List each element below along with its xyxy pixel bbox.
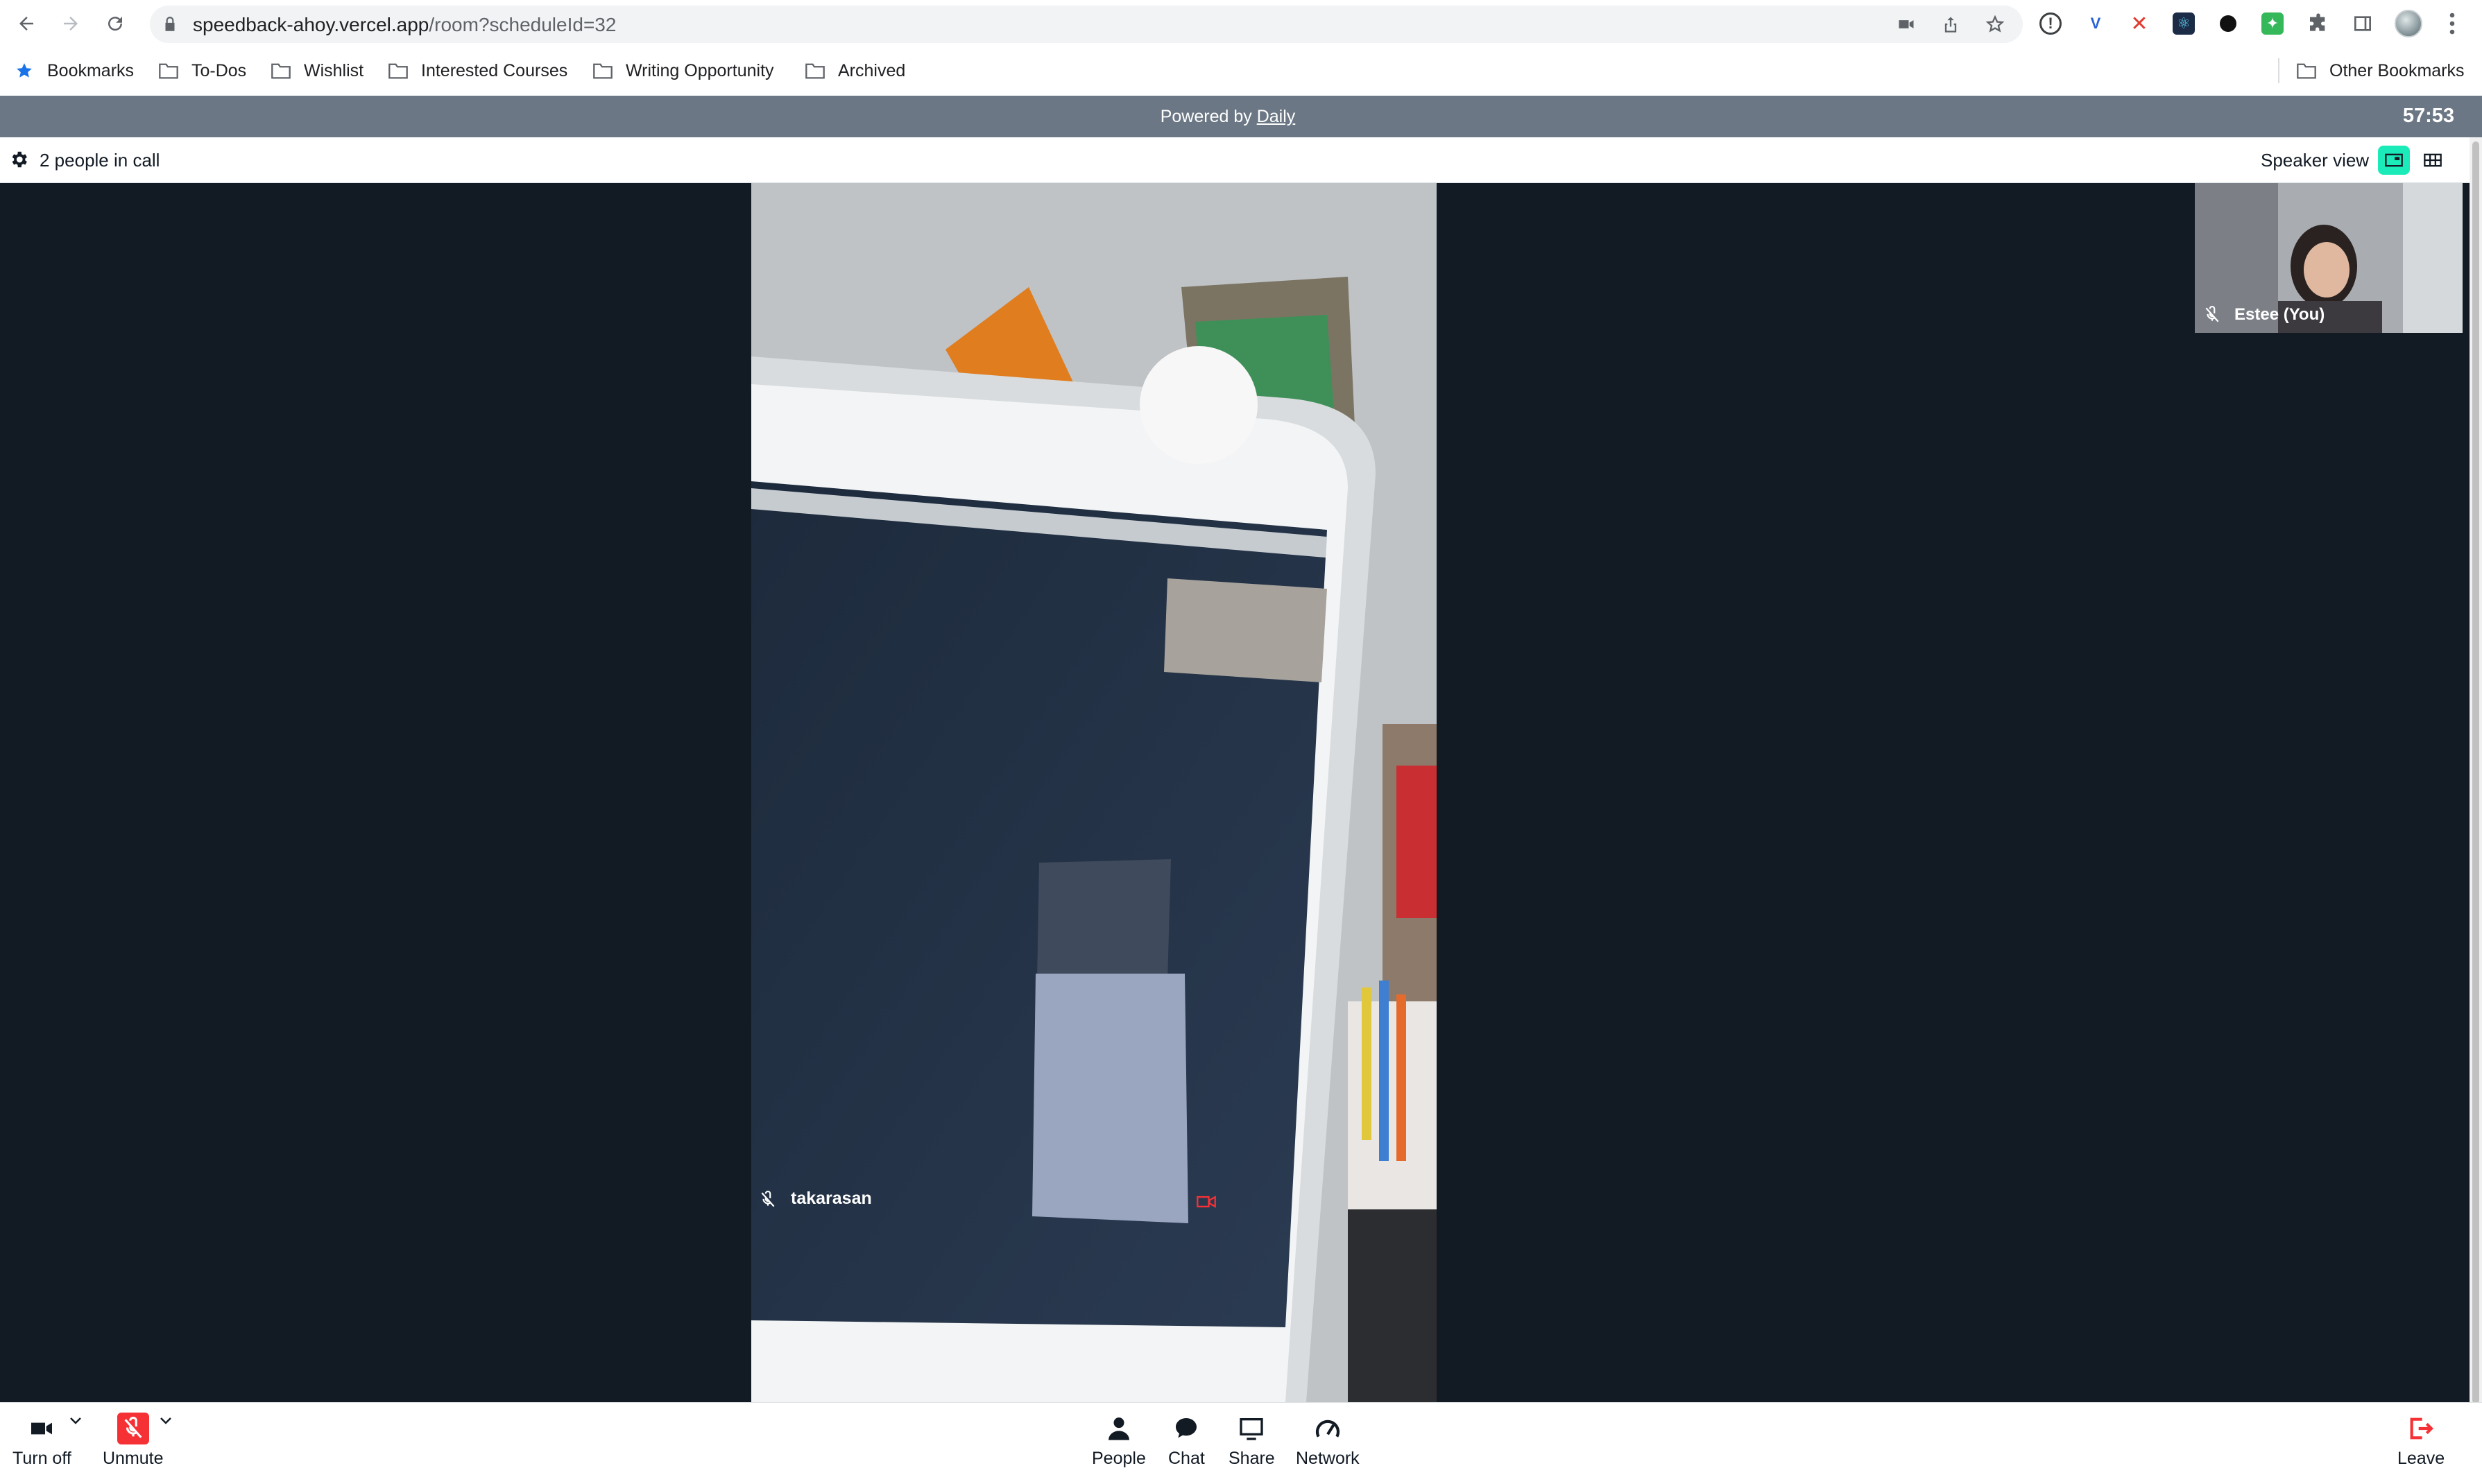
profile-avatar[interactable] bbox=[2395, 10, 2422, 37]
leave-label: Leave bbox=[2397, 1449, 2445, 1468]
bookmark-bookmarks[interactable]: Bookmarks bbox=[14, 57, 134, 85]
main-participant-video[interactable] bbox=[751, 183, 1437, 1402]
camera-options-chevron-icon[interactable] bbox=[69, 1417, 82, 1425]
bookmark-label: Bookmarks bbox=[47, 60, 135, 80]
bookmark-to-dos[interactable]: To-Dos bbox=[158, 57, 246, 85]
bookmark-star-icon[interactable] bbox=[1985, 15, 2005, 34]
bookmarks-divider bbox=[2278, 58, 2279, 83]
green-extension-icon[interactable]: ✦ bbox=[2261, 12, 2284, 35]
people-button[interactable]: People bbox=[1092, 1413, 1146, 1469]
share-icon[interactable] bbox=[1941, 15, 1960, 34]
folder-icon bbox=[271, 63, 291, 79]
people-label: People bbox=[1092, 1449, 1146, 1468]
mic-off-icon bbox=[124, 1417, 142, 1438]
network-button[interactable]: Network bbox=[1296, 1413, 1360, 1469]
star-icon bbox=[17, 63, 32, 78]
folder-icon bbox=[593, 63, 613, 79]
bookmark-other-bookmarks[interactable]: Other Bookmarks bbox=[2296, 57, 2465, 85]
view-mode-label: Speaker view bbox=[2261, 150, 2370, 171]
chat-label: Chat bbox=[1168, 1449, 1205, 1468]
x-extension-icon[interactable]: ✕ bbox=[2128, 12, 2150, 35]
folder-icon bbox=[2297, 63, 2316, 79]
bookmark-label: Archived bbox=[838, 60, 906, 80]
grid-view-icon bbox=[2424, 153, 2442, 167]
people-icon bbox=[1108, 1417, 1129, 1440]
self-participant-name: Estee (You) bbox=[2234, 305, 2325, 324]
reload-icon bbox=[108, 17, 123, 31]
gear-icon[interactable] bbox=[8, 149, 29, 170]
screen-share-icon bbox=[1240, 1418, 1264, 1440]
network-gauge-icon bbox=[1315, 1420, 1340, 1438]
camera-toggle-button[interactable]: Turn off bbox=[12, 1413, 71, 1469]
video-frame-image bbox=[751, 183, 1437, 1402]
forward-button[interactable] bbox=[57, 10, 85, 37]
call-top-bar: 2 people in call Speaker view bbox=[0, 137, 2470, 183]
url-path: /room?scheduleId=32 bbox=[429, 14, 617, 35]
speaker-view-icon bbox=[2385, 153, 2403, 167]
more-menu-icon[interactable] bbox=[2442, 11, 2463, 36]
url-host: speedback-ahoy.vercel.app bbox=[193, 14, 429, 35]
share-label: Share bbox=[1229, 1449, 1275, 1468]
chat-icon bbox=[1176, 1418, 1197, 1438]
lock-icon bbox=[165, 17, 175, 31]
reload-button[interactable] bbox=[101, 10, 129, 37]
v-extension-icon[interactable]: V bbox=[2085, 12, 2107, 35]
bookmark-wishlist[interactable]: Wishlist bbox=[271, 57, 363, 85]
mic-toggle-button[interactable]: Unmute bbox=[103, 1413, 164, 1469]
camera-indicator-icon bbox=[1197, 1196, 1216, 1208]
mic-off-icon bbox=[761, 1191, 775, 1207]
leave-button[interactable]: Leave bbox=[2397, 1413, 2445, 1469]
camera-icon bbox=[31, 1422, 53, 1435]
bookmark-label: To-Dos bbox=[191, 60, 247, 80]
share-button[interactable]: Share bbox=[1229, 1413, 1275, 1469]
scrollbar-thumb[interactable] bbox=[2472, 141, 2479, 1404]
powered-by-text: Powered by Daily bbox=[1160, 107, 1296, 126]
main-participant-name: takarasan bbox=[791, 1189, 872, 1208]
bookmark-label: Other Bookmarks bbox=[2329, 60, 2465, 80]
mic-off-icon bbox=[2205, 306, 2219, 322]
leave-icon bbox=[2410, 1417, 2434, 1440]
camera-toggle-label: Turn off bbox=[12, 1449, 71, 1468]
bookmark-interested-courses[interactable]: Interested Courses bbox=[388, 57, 567, 85]
network-label: Network bbox=[1296, 1449, 1360, 1468]
mic-options-chevron-icon[interactable] bbox=[160, 1417, 172, 1425]
record-extension-icon[interactable] bbox=[2217, 12, 2239, 35]
camera-in-use-icon[interactable] bbox=[1897, 15, 1916, 34]
bookmark-label: Interested Courses bbox=[421, 60, 568, 80]
extensions-icon[interactable] bbox=[2307, 12, 2329, 35]
mic-toggle-label: Unmute bbox=[103, 1449, 164, 1468]
bookmark-label: Wishlist bbox=[304, 60, 364, 80]
bookmark-label: Writing Opportunity bbox=[626, 60, 774, 80]
bookmarks-bar: Bookmarks To-Dos Wishlist Interested Cou… bbox=[0, 47, 2482, 96]
folder-icon bbox=[388, 63, 408, 79]
react-extension-icon[interactable]: ⚛ bbox=[2173, 12, 2195, 35]
bookmark-archived[interactable]: Archived bbox=[805, 57, 905, 85]
call-timer: 57:53 bbox=[2402, 105, 2454, 127]
url-text: speedback-ahoy.vercel.app/room?scheduleI… bbox=[193, 15, 616, 35]
call-tray: Turn off Unmute People Chat Share Networ… bbox=[0, 1402, 2482, 1484]
browser-toolbar: speedback-ahoy.vercel.app/room?scheduleI… bbox=[0, 0, 2482, 47]
folder-icon bbox=[159, 63, 178, 79]
powered-by-bar: Powered by Daily 57:53 bbox=[0, 96, 2482, 137]
grid-view-button[interactable] bbox=[2417, 146, 2449, 175]
video-stage: takarasan Estee (You) bbox=[0, 183, 2470, 1402]
back-icon bbox=[19, 17, 33, 31]
daily-link[interactable]: Daily bbox=[1257, 107, 1296, 126]
speaker-view-button[interactable] bbox=[2378, 146, 2410, 175]
bookmark-writing-opportunity[interactable]: Writing Opportunity bbox=[592, 57, 774, 85]
address-bar[interactable]: speedback-ahoy.vercel.app/room?scheduleI… bbox=[150, 6, 2023, 43]
forward-icon bbox=[64, 17, 78, 31]
back-button[interactable] bbox=[12, 10, 40, 37]
folder-icon bbox=[805, 63, 825, 79]
chat-button[interactable]: Chat bbox=[1168, 1413, 1205, 1469]
password-extension-icon[interactable]: ! bbox=[2039, 12, 2062, 35]
people-in-call-count: 2 people in call bbox=[40, 150, 160, 171]
side-panel-icon[interactable] bbox=[2352, 12, 2374, 35]
